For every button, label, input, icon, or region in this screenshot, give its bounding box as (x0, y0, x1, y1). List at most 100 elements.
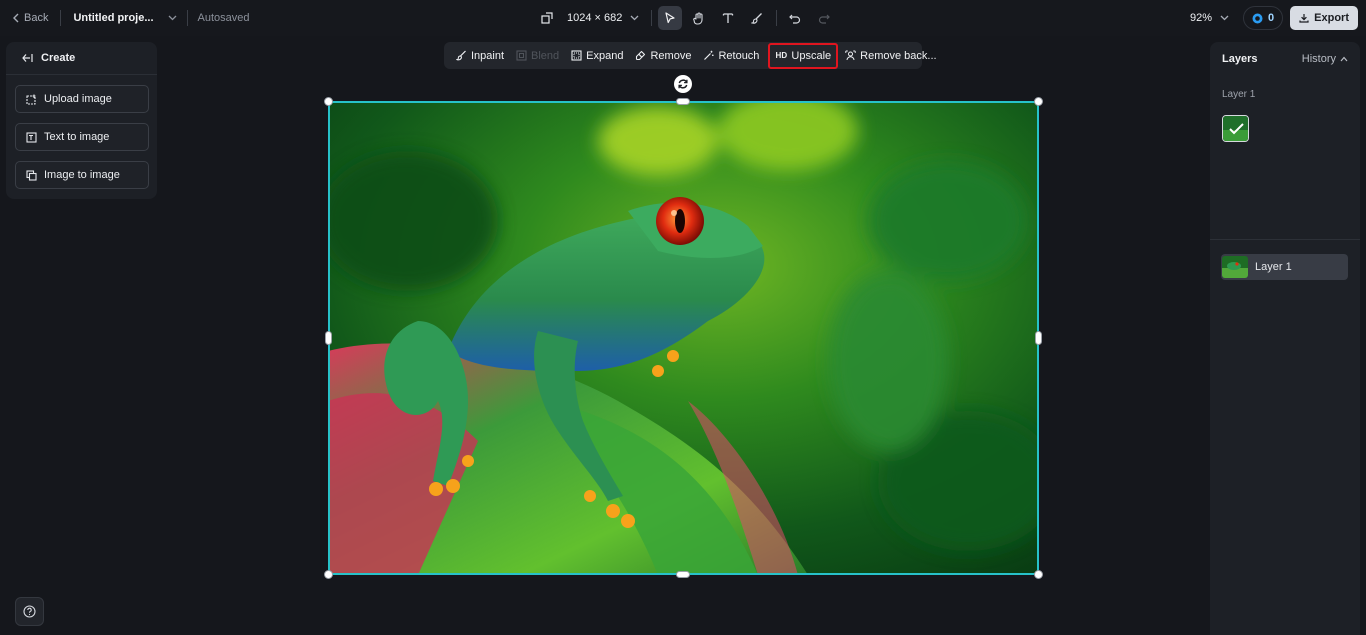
text-tool-button[interactable] (716, 6, 740, 30)
back-button[interactable]: Back (12, 12, 48, 24)
chevron-down-icon (168, 15, 177, 21)
create-panel: Create Upload image Text to image Image … (6, 42, 157, 199)
credit-coin-icon (1252, 13, 1263, 24)
text-t-icon (722, 12, 734, 24)
layer-thumbnail (1222, 256, 1248, 278)
rotate-icon (677, 78, 689, 90)
upload-image-button[interactable]: Upload image (15, 85, 149, 113)
expand-button[interactable]: Expand (566, 45, 628, 67)
resize-handle-bottom-left[interactable] (324, 570, 333, 579)
inpaint-button[interactable]: Inpaint (451, 45, 509, 67)
tab-layers[interactable]: Layers (1222, 53, 1257, 65)
redo-button[interactable] (812, 6, 836, 30)
remove-button[interactable]: Remove (630, 45, 696, 67)
resize-handle-bottom[interactable] (676, 571, 690, 578)
divider (776, 10, 778, 26)
download-icon (1299, 13, 1309, 23)
resize-handle-top-left[interactable] (324, 97, 333, 106)
divider (1210, 239, 1360, 240)
inpaint-label: Inpaint (471, 49, 505, 62)
credits-badge[interactable]: 0 (1243, 6, 1284, 30)
create-title: Create (41, 52, 76, 64)
resize-icon (541, 12, 553, 24)
remove-background-label: Remove back... (860, 49, 937, 62)
retouch-label: Retouch (718, 49, 760, 62)
canvas-size-dropdown[interactable]: 1024 × 682 (541, 12, 639, 24)
image-to-image-label: Image to image (44, 169, 120, 181)
resize-handle-top[interactable] (676, 98, 690, 105)
chevron-down-icon (630, 15, 639, 21)
blend-icon (516, 50, 527, 61)
layer-section-label: Layer 1 (1222, 89, 1256, 100)
remove-background-button[interactable]: Remove back... (840, 45, 941, 67)
help-button[interactable] (15, 597, 44, 626)
upscale-label: Upscale (791, 49, 832, 62)
export-button[interactable]: Export (1290, 6, 1358, 30)
layers-panel-tabs: Layers History (1210, 42, 1360, 75)
magic-wand-icon (703, 50, 715, 61)
text-to-image-button[interactable]: Text to image (15, 123, 149, 151)
help-question-icon (23, 605, 36, 618)
divider (60, 10, 62, 26)
blend-label: Blend (531, 49, 560, 62)
resize-handle-left[interactable] (325, 331, 332, 345)
remove-label: Remove (650, 49, 692, 62)
person-cutout-icon (845, 50, 856, 61)
redo-icon (818, 12, 831, 24)
project-title-dropdown[interactable]: Untitled proje... (73, 12, 176, 24)
top-bar-right: 92% 0 Export (1190, 0, 1358, 36)
rotate-handle[interactable] (674, 75, 692, 93)
chevron-left-icon (12, 13, 20, 23)
upload-image-icon (26, 94, 37, 105)
eraser-icon (635, 50, 646, 61)
undo-icon (789, 12, 801, 24)
resize-handle-bottom-right[interactable] (1034, 570, 1043, 579)
layer-name: Layer 1 (1255, 261, 1292, 273)
chevron-down-icon (1220, 15, 1229, 21)
canvas-layer-image[interactable] (324, 97, 1043, 579)
chevron-up-icon (1340, 56, 1348, 62)
resize-handle-top-right[interactable] (1034, 97, 1043, 106)
upload-image-label: Upload image (44, 93, 112, 105)
top-bar-left: Back Untitled proje... Autosaved (12, 0, 250, 36)
top-bar: Back Untitled proje... Autosaved 1024 × … (0, 0, 1366, 36)
resize-handle-right[interactable] (1035, 331, 1042, 345)
tab-history[interactable]: History (1302, 53, 1348, 65)
back-label: Back (24, 12, 49, 24)
text-to-image-icon (26, 131, 37, 143)
upscale-button[interactable]: HD Upscale (768, 42, 839, 69)
layer-item[interactable]: Layer 1 (1221, 254, 1348, 280)
layers-panel: Layers History Layer 1 Layer 1 (1210, 42, 1360, 635)
blend-button[interactable]: Blend (511, 45, 564, 67)
zoom-dropdown[interactable]: 92% (1190, 12, 1229, 24)
canvas-size-value: 1024 × 682 (567, 12, 623, 24)
brush-icon (751, 12, 763, 24)
history-label: History (1301, 52, 1336, 65)
brush-tool-button[interactable] (745, 6, 769, 30)
cursor-arrow-icon (664, 12, 676, 24)
layer-preview-thumbnail[interactable] (1222, 115, 1249, 142)
credits-count: 0 (1268, 12, 1275, 24)
hand-icon (693, 11, 705, 25)
export-label: Export (1314, 12, 1349, 24)
top-bar-center: 1024 × 682 (541, 0, 841, 36)
divider (186, 10, 188, 26)
undo-button[interactable] (783, 6, 807, 30)
image-to-image-icon (26, 169, 37, 181)
inpaint-icon (456, 50, 467, 61)
project-title: Untitled proje... (73, 12, 154, 24)
text-to-image-label: Text to image (44, 131, 110, 143)
retouch-button[interactable]: Retouch (698, 45, 764, 67)
expand-icon (571, 50, 582, 61)
divider (651, 10, 653, 26)
create-panel-header[interactable]: Create (6, 42, 157, 75)
frog-image (328, 101, 1039, 575)
expand-label: Expand (586, 49, 624, 62)
image-to-image-button[interactable]: Image to image (15, 161, 149, 189)
hand-tool-button[interactable] (687, 6, 711, 30)
zoom-value: 92% (1190, 12, 1213, 24)
image-edit-toolbar: Inpaint Blend Expand Remove Retouch HD U… (444, 42, 937, 69)
autosaved-status: Autosaved (197, 12, 250, 24)
select-tool-button[interactable] (658, 6, 683, 30)
hd-icon: HD (775, 51, 788, 60)
